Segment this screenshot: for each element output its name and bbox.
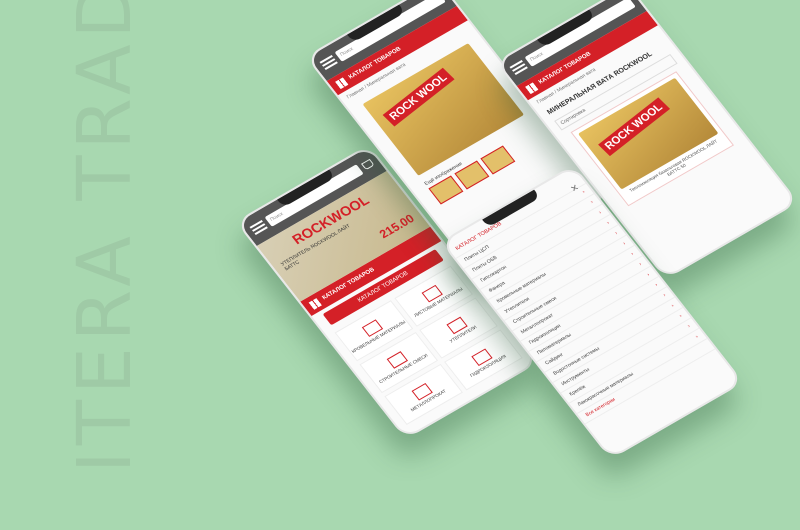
chevron-right-icon: › — [662, 292, 668, 299]
brand-watermark: ITERA TRADE — [40, 0, 170, 530]
chevron-right-icon: › — [694, 333, 700, 340]
chevron-right-icon: › — [629, 251, 635, 257]
chevron-right-icon: › — [654, 282, 660, 288]
grid-icon — [308, 297, 322, 310]
chevron-right-icon: › — [589, 199, 595, 206]
grid-icon — [524, 82, 539, 94]
chevron-right-icon: › — [605, 220, 611, 226]
chevron-right-icon: › — [597, 209, 603, 216]
grid-icon — [334, 77, 349, 89]
chevron-right-icon: › — [678, 313, 684, 319]
chevron-right-icon: › — [686, 323, 692, 330]
chevron-right-icon: › — [670, 302, 676, 309]
hamburger-menu-icon[interactable] — [319, 55, 338, 70]
brand-text: ITERA TRADE — [62, 0, 148, 473]
hamburger-menu-icon[interactable] — [249, 220, 268, 235]
chevron-right-icon: › — [621, 240, 627, 247]
chevron-right-icon: › — [613, 230, 619, 237]
chevron-right-icon: › — [637, 261, 644, 268]
hamburger-menu-icon[interactable] — [509, 60, 528, 75]
banner-price: 215.00 — [376, 211, 418, 242]
cart-icon[interactable] — [361, 158, 375, 171]
product-brand-label: ROCK WOOL — [598, 97, 670, 157]
chevron-right-icon: › — [581, 189, 587, 195]
chevron-right-icon: › — [645, 271, 652, 278]
